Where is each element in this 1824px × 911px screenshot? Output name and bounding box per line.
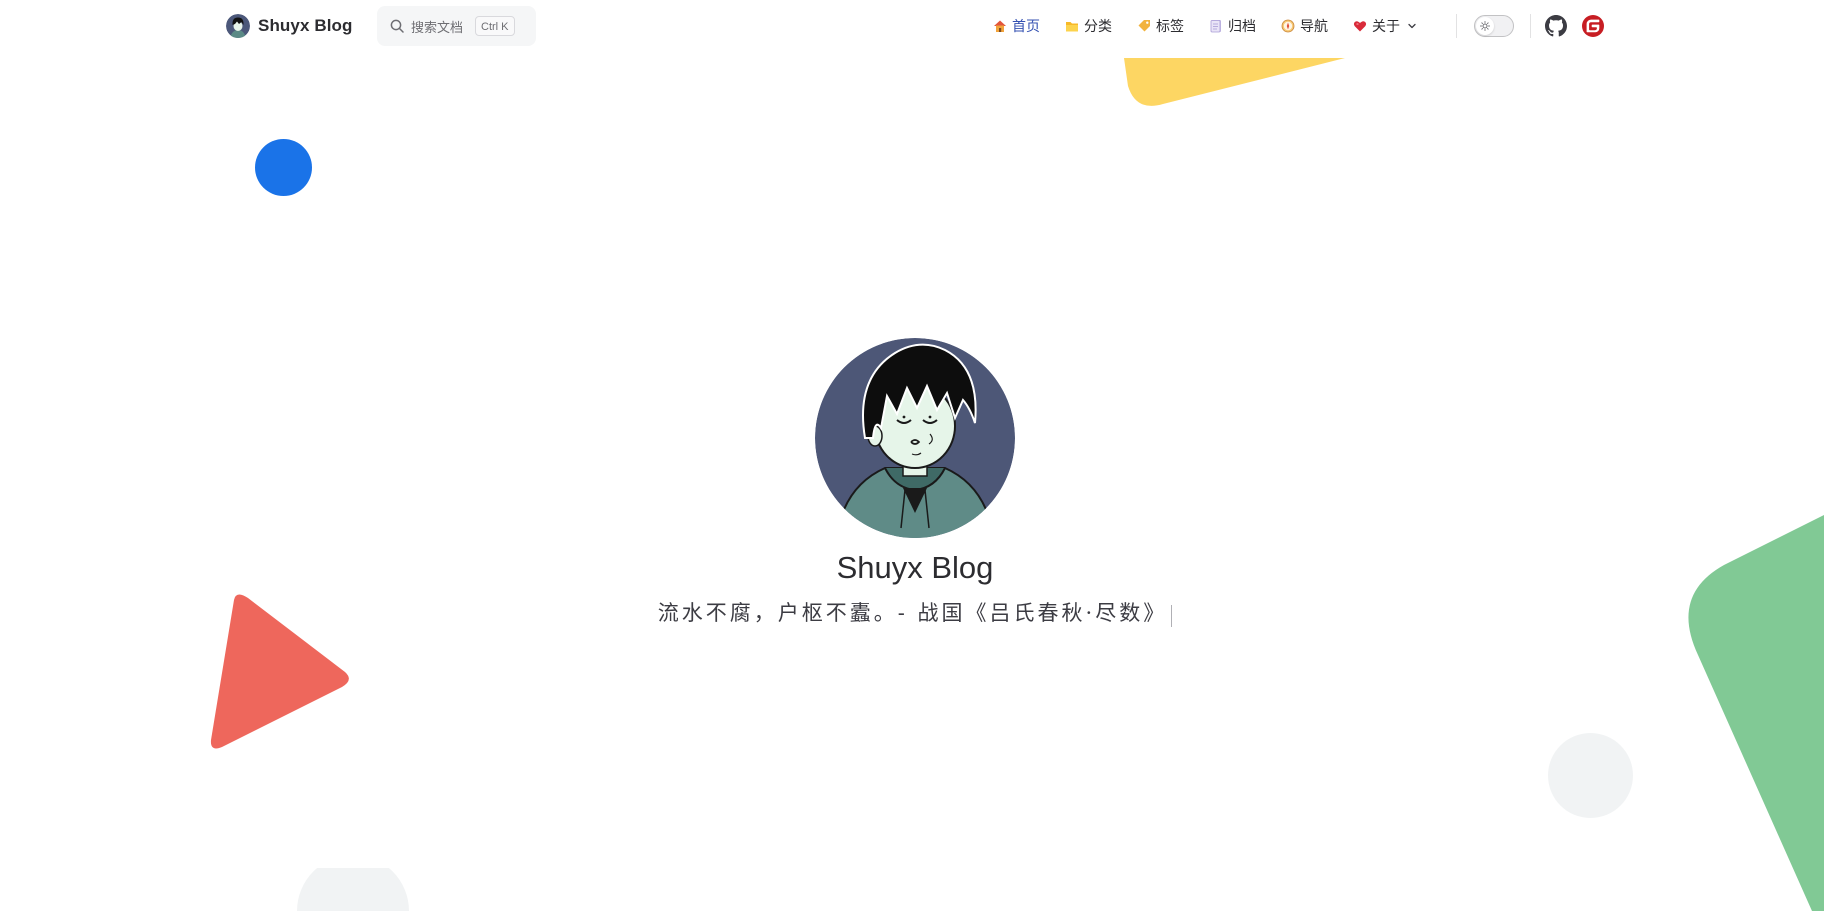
nav-item-label: 关于	[1372, 18, 1400, 34]
search-icon	[390, 19, 404, 33]
folder-icon	[1066, 22, 1078, 32]
nav-item-label: 归档	[1228, 18, 1256, 34]
nav-item-about[interactable]: 关于	[1353, 16, 1417, 36]
nav-item-navigation[interactable]: 导航	[1281, 16, 1328, 36]
hero-motto: 流水不腐，户枢不蠹。- 战国《吕氏春秋·尽数》	[657, 601, 1168, 625]
search-button[interactable]: 搜索文档 Ctrl K	[377, 6, 536, 46]
blue-circle-shape	[255, 139, 312, 196]
nav-item-archive[interactable]: 归档	[1209, 16, 1256, 36]
nav-item-category[interactable]: 分类	[1065, 16, 1112, 36]
nav-item-label: 首页	[1012, 18, 1040, 34]
nav-item-label: 分类	[1084, 18, 1112, 34]
search-placeholder: 搜索文档	[411, 19, 464, 35]
github-icon[interactable]	[1545, 15, 1567, 37]
hero-motto-container: 流水不腐，户枢不蠹。- 战国《吕氏春秋·尽数》	[0, 597, 1824, 627]
search-shortcut-key: Ctrl K	[475, 16, 515, 36]
toggle-knob	[1476, 17, 1494, 35]
archive-icon	[1210, 20, 1221, 33]
home-icon	[994, 20, 1006, 32]
hero-avatar	[815, 338, 1015, 538]
nav-links: 首页 分类 标签 归档 导航 关于	[993, 13, 1417, 39]
brand-link[interactable]: Shuyx Blog	[226, 12, 353, 40]
page: Shuyx Blog 搜索文档 Ctrl K 首页 分类 标签 归档 导航 关于…	[0, 0, 1824, 911]
typing-cursor	[1171, 604, 1173, 627]
theme-toggle[interactable]	[1474, 15, 1514, 37]
hero-title: Shuyx Blog	[836, 550, 994, 585]
brand-avatar	[226, 14, 250, 38]
nav-item-home[interactable]: 首页	[993, 16, 1040, 36]
brand-title: Shuyx Blog	[258, 16, 353, 35]
gitee-icon[interactable]	[1582, 15, 1604, 37]
nav-item-tags[interactable]: 标签	[1137, 16, 1184, 36]
gray-circle-shape	[1548, 733, 1633, 818]
nav-divider	[1456, 14, 1457, 38]
social-divider	[1530, 14, 1531, 38]
tag-icon	[1138, 20, 1150, 32]
navbar: Shuyx Blog 搜索文档 Ctrl K 首页 分类 标签 归档 导航 关于	[0, 0, 1824, 52]
chevron-down-icon	[1408, 23, 1416, 29]
nav-item-label: 导航	[1300, 18, 1328, 34]
sun-icon	[1480, 21, 1490, 31]
compass-icon	[1281, 19, 1295, 33]
yellow-triangle-shape	[1124, 58, 1345, 106]
gray-circle-bottom-shape	[297, 868, 409, 911]
heart-icon	[1353, 21, 1367, 32]
nav-item-label: 标签	[1156, 18, 1184, 34]
